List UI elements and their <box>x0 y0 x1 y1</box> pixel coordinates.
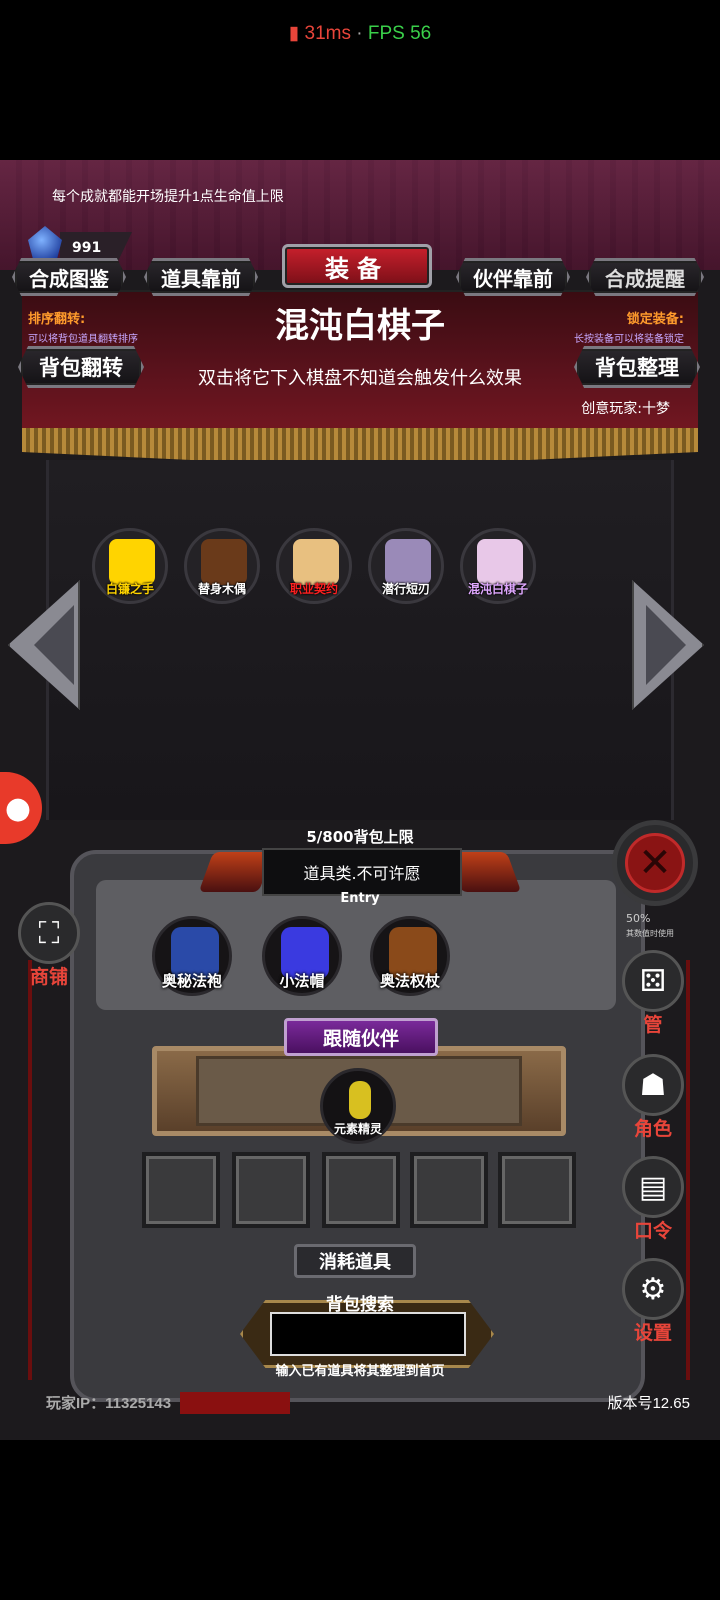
shop-icon: ⛶ <box>18 902 80 964</box>
follow-partner-title: 跟随伙伴 <box>284 1018 438 1056</box>
password-label: 口令 <box>633 1220 672 1242</box>
equipped-name: 潜行短刃 <box>381 582 430 596</box>
close-button[interactable]: ✕ <box>612 820 698 906</box>
right-red-rail <box>686 960 690 1380</box>
equipment-stage <box>46 460 674 820</box>
dagger-icon <box>385 539 431 585</box>
wish-category: 道具类.不可许愿 <box>262 848 462 896</box>
consumables-title: 消耗道具 <box>294 1244 416 1278</box>
consumable-slot[interactable] <box>410 1152 488 1228</box>
bag-item-name: 奥秘法袍 <box>161 972 222 990</box>
bottom-bar <box>0 1440 720 1600</box>
bag-capacity: 5/800背包上限 <box>306 828 414 846</box>
achievement-tip: 每个成就都能开场提升1点生命值上限 <box>52 188 284 204</box>
version-label: 版本号12.65 <box>607 1395 690 1412</box>
signal-icon: ▮ <box>288 23 300 44</box>
left-red-rail <box>28 960 32 1380</box>
settings-label: 设置 <box>633 1322 672 1344</box>
network-status: ▮ 31ms · FPS 56 <box>0 22 720 45</box>
percent-text: 50% <box>626 912 651 925</box>
hooded-figure-icon: ☗ <box>622 1054 684 1116</box>
equipped-slot[interactable]: 白镰之手 <box>92 528 168 604</box>
shop-label: 商铺 <box>29 966 68 988</box>
game-screen: 每个成就都能开场提升1点生命值上限 991 合成图鉴 道具靠前 装备 伙伴靠前 … <box>0 160 720 1440</box>
item-author: 创意玩家:十梦 <box>581 401 670 417</box>
bag-item[interactable]: 奥法权杖 <box>370 916 450 996</box>
entry-label: Entry <box>340 891 380 906</box>
craft-remind-button[interactable]: 合成提醒 <box>586 258 704 296</box>
user-icon: ● <box>4 790 32 826</box>
recipe-book-button[interactable]: 合成图鉴 <box>12 258 126 296</box>
footer-red-bar <box>180 1392 290 1414</box>
manage-button[interactable]: ⚄ 管 <box>622 950 684 1037</box>
role-button[interactable]: ☗ 角色 <box>622 1054 684 1141</box>
wooden-puppet-icon <box>201 539 247 585</box>
manage-label: 管 <box>643 1014 663 1036</box>
book-icon: ▤ <box>622 1156 684 1218</box>
selected-item-description: 双击将它下入棋盘不知道会触发什么效果 <box>198 368 522 389</box>
status-bar: ▮ 31ms · FPS 56 <box>0 0 720 160</box>
equipped-slot[interactable]: 混沌白棋子 <box>460 528 536 604</box>
gem-count: 991 <box>72 240 102 256</box>
fps-value: FPS 56 <box>367 23 432 44</box>
scroll-icon <box>293 539 339 585</box>
gear-icon: ⚙ <box>622 1258 684 1320</box>
password-button[interactable]: ▤ 口令 <box>622 1156 684 1243</box>
player-ip: 玩家IP：11325143 <box>46 1395 172 1412</box>
search-hint: 输入已有道具将其整理到首页 <box>275 1364 445 1379</box>
claw-icon <box>109 539 155 585</box>
settings-button[interactable]: ⚙ 设置 <box>622 1258 684 1345</box>
partner-name: 元素精灵 <box>333 1122 382 1136</box>
bag-item[interactable]: 小法帽 <box>262 916 342 996</box>
bag-item-name: 奥法权杖 <box>379 972 440 990</box>
ping-value: 31ms <box>304 23 351 44</box>
dice-icon: ⚄ <box>622 950 684 1012</box>
separator: · <box>356 23 363 44</box>
shop-button[interactable]: ⛶ 商铺 <box>18 902 80 989</box>
partner-slot[interactable]: 元素精灵 <box>320 1068 396 1144</box>
equipped-name: 白镰之手 <box>105 582 154 596</box>
elemental-spirit-icon <box>349 1081 371 1119</box>
equipment-title: 装备 <box>282 244 432 288</box>
items-first-button[interactable]: 道具靠前 <box>144 258 258 296</box>
equipped-slot[interactable]: 潜行短刃 <box>368 528 444 604</box>
role-label: 角色 <box>633 1118 672 1140</box>
equipped-slot[interactable]: 替身木偶 <box>184 528 260 604</box>
partners-first-button[interactable]: 伙伴靠前 <box>456 258 570 296</box>
equipped-slot[interactable]: 职业契约 <box>276 528 352 604</box>
percent-desc: 其数值时使用 <box>626 929 674 938</box>
selected-item-name: 混沌白棋子 <box>275 306 445 346</box>
chess-piece-icon <box>477 539 523 585</box>
bag-item[interactable]: 奥秘法袍 <box>152 916 232 996</box>
consumable-slot[interactable] <box>142 1152 220 1228</box>
consumable-slot[interactable] <box>232 1152 310 1228</box>
equipped-name: 替身木偶 <box>197 582 246 596</box>
consumable-slot[interactable] <box>498 1152 576 1228</box>
close-icon: ✕ <box>625 833 685 893</box>
search-input[interactable] <box>270 1312 466 1356</box>
equipped-name: 混沌白棋子 <box>467 582 528 596</box>
bag-item-name: 小法帽 <box>279 972 325 990</box>
consumable-slot[interactable] <box>322 1152 400 1228</box>
equipped-name: 职业契约 <box>289 582 338 596</box>
